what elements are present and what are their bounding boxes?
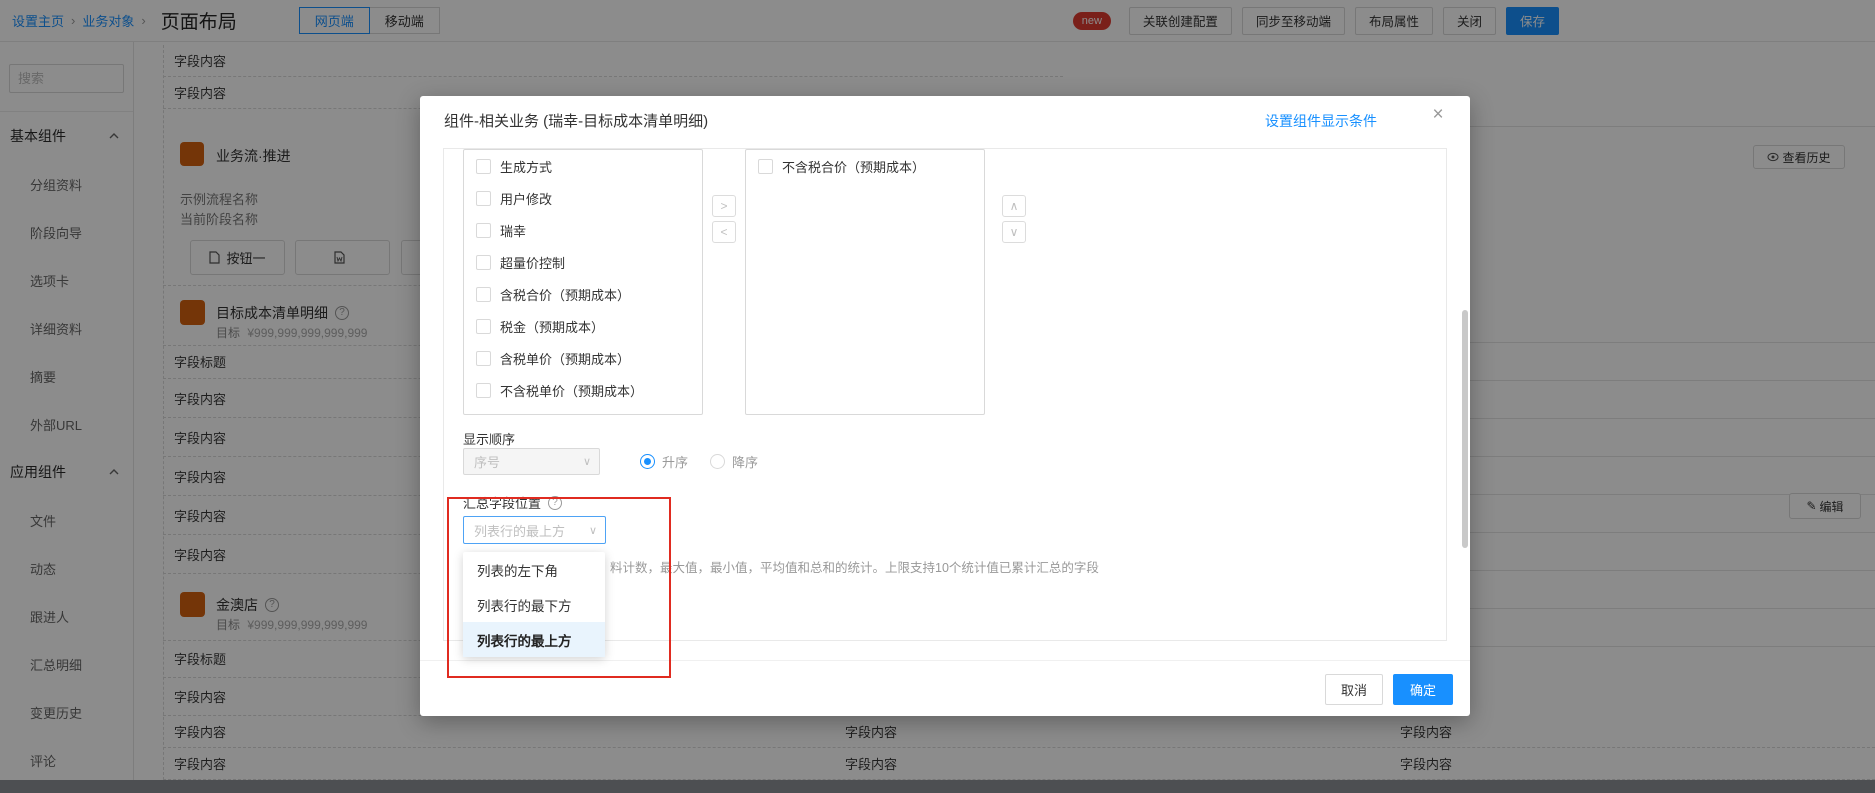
field-option[interactable]: 超量价控制 <box>464 246 702 278</box>
confirm-button[interactable]: 确定 <box>1393 674 1453 705</box>
transfer-left-button[interactable]: < <box>712 221 736 243</box>
page: 设置主页 › 业务对象 › 页面布局 网页端 移动端 new 关联创建配置 同步… <box>0 0 1875 793</box>
field-option[interactable]: 不含税单价（预期成本） <box>464 374 702 406</box>
field-label: 含税合价（预期成本） <box>500 285 630 304</box>
chevron-down-icon: ∨ <box>583 455 591 468</box>
checkbox-icon[interactable] <box>476 159 491 174</box>
available-fields-list: 生成方式 用户修改 瑞幸 超量价控制 含税合价（预期成本） 税金（预期成本） 含… <box>463 149 703 415</box>
checkbox-icon[interactable] <box>476 191 491 206</box>
footer-divider <box>420 660 1470 661</box>
order-field-select[interactable]: 序号 ∨ <box>463 448 600 475</box>
radio-icon <box>710 454 725 469</box>
move-down-button[interactable]: ∨ <box>1002 221 1026 243</box>
checkbox-icon[interactable] <box>476 287 491 302</box>
transfer-right-button[interactable]: > <box>712 195 736 217</box>
field-option[interactable]: 数量（预期成本） <box>464 406 702 415</box>
field-label: 生成方式 <box>500 157 552 176</box>
summary-description: 料计数，最大值，最小值，平均值和总和的统计。上限支持10个统计值已累计汇总的字段 <box>610 557 1099 576</box>
radio-descending[interactable]: 降序 <box>703 452 758 471</box>
modal-title: 组件-相关业务 (瑞幸-目标成本清单明细) <box>444 110 708 131</box>
select-value: 列表行的最上方 <box>474 521 565 540</box>
field-option[interactable]: 不含税合价（预期成本） <box>746 150 984 182</box>
radio-icon <box>640 454 655 469</box>
checkbox-icon[interactable] <box>476 383 491 398</box>
checkbox-icon[interactable] <box>476 351 491 366</box>
checkbox-icon[interactable] <box>476 415 491 416</box>
help-icon[interactable]: ? <box>548 496 562 510</box>
close-icon[interactable]: × <box>1425 104 1451 130</box>
radio-label: 降序 <box>732 452 758 471</box>
field-option[interactable]: 税金（预期成本） <box>464 310 702 342</box>
selected-fields-list: 不含税合价（预期成本） <box>745 149 985 415</box>
checkbox-icon[interactable] <box>758 159 773 174</box>
dropdown-option-row-top[interactable]: 列表行的最上方 <box>463 622 605 657</box>
component-settings-modal: 组件-相关业务 (瑞幸-目标成本清单明细) 设置组件显示条件 × 生成方式 用户… <box>420 96 1470 716</box>
field-label: 税金（预期成本） <box>500 317 604 336</box>
move-up-button[interactable]: ∧ <box>1002 195 1026 217</box>
field-option[interactable]: 瑞幸 <box>464 214 702 246</box>
checkbox-icon[interactable] <box>476 255 491 270</box>
dropdown-option-bottom-left[interactable]: 列表的左下角 <box>463 552 605 587</box>
dropdown-option-row-bottom[interactable]: 列表行的最下方 <box>463 587 605 622</box>
display-order-label: 显示顺序 <box>463 429 515 448</box>
modal-scrollbar-thumb[interactable] <box>1462 310 1468 548</box>
label-text: 汇总字段位置 <box>463 493 541 512</box>
radio-label: 升序 <box>662 452 688 471</box>
radio-ascending[interactable]: 升序 <box>633 452 688 471</box>
field-label: 用户修改 <box>500 189 552 208</box>
field-label: 含税单价（预期成本） <box>500 349 630 368</box>
display-condition-link[interactable]: 设置组件显示条件 <box>1265 111 1377 131</box>
field-label: 不含税合价（预期成本） <box>782 157 925 176</box>
checkbox-icon[interactable] <box>476 223 491 238</box>
field-option[interactable]: 含税合价（预期成本） <box>464 278 702 310</box>
checkbox-icon[interactable] <box>476 319 491 334</box>
summary-position-dropdown: 列表的左下角 列表行的最下方 列表行的最上方 <box>463 552 605 657</box>
summary-position-label: 汇总字段位置 ? <box>463 493 562 512</box>
field-option[interactable]: 用户修改 <box>464 182 702 214</box>
field-label: 不含税单价（预期成本） <box>500 381 643 400</box>
field-option[interactable]: 生成方式 <box>464 150 702 182</box>
summary-position-select[interactable]: 列表行的最上方 ∨ <box>463 516 606 544</box>
field-option[interactable]: 含税单价（预期成本） <box>464 342 702 374</box>
field-label: 数量（预期成本） <box>500 413 604 416</box>
field-label: 超量价控制 <box>500 253 565 272</box>
select-value: 序号 <box>474 452 500 471</box>
field-label: 瑞幸 <box>500 221 526 240</box>
chevron-down-icon: ∨ <box>589 524 597 537</box>
cancel-button[interactable]: 取消 <box>1325 674 1383 705</box>
